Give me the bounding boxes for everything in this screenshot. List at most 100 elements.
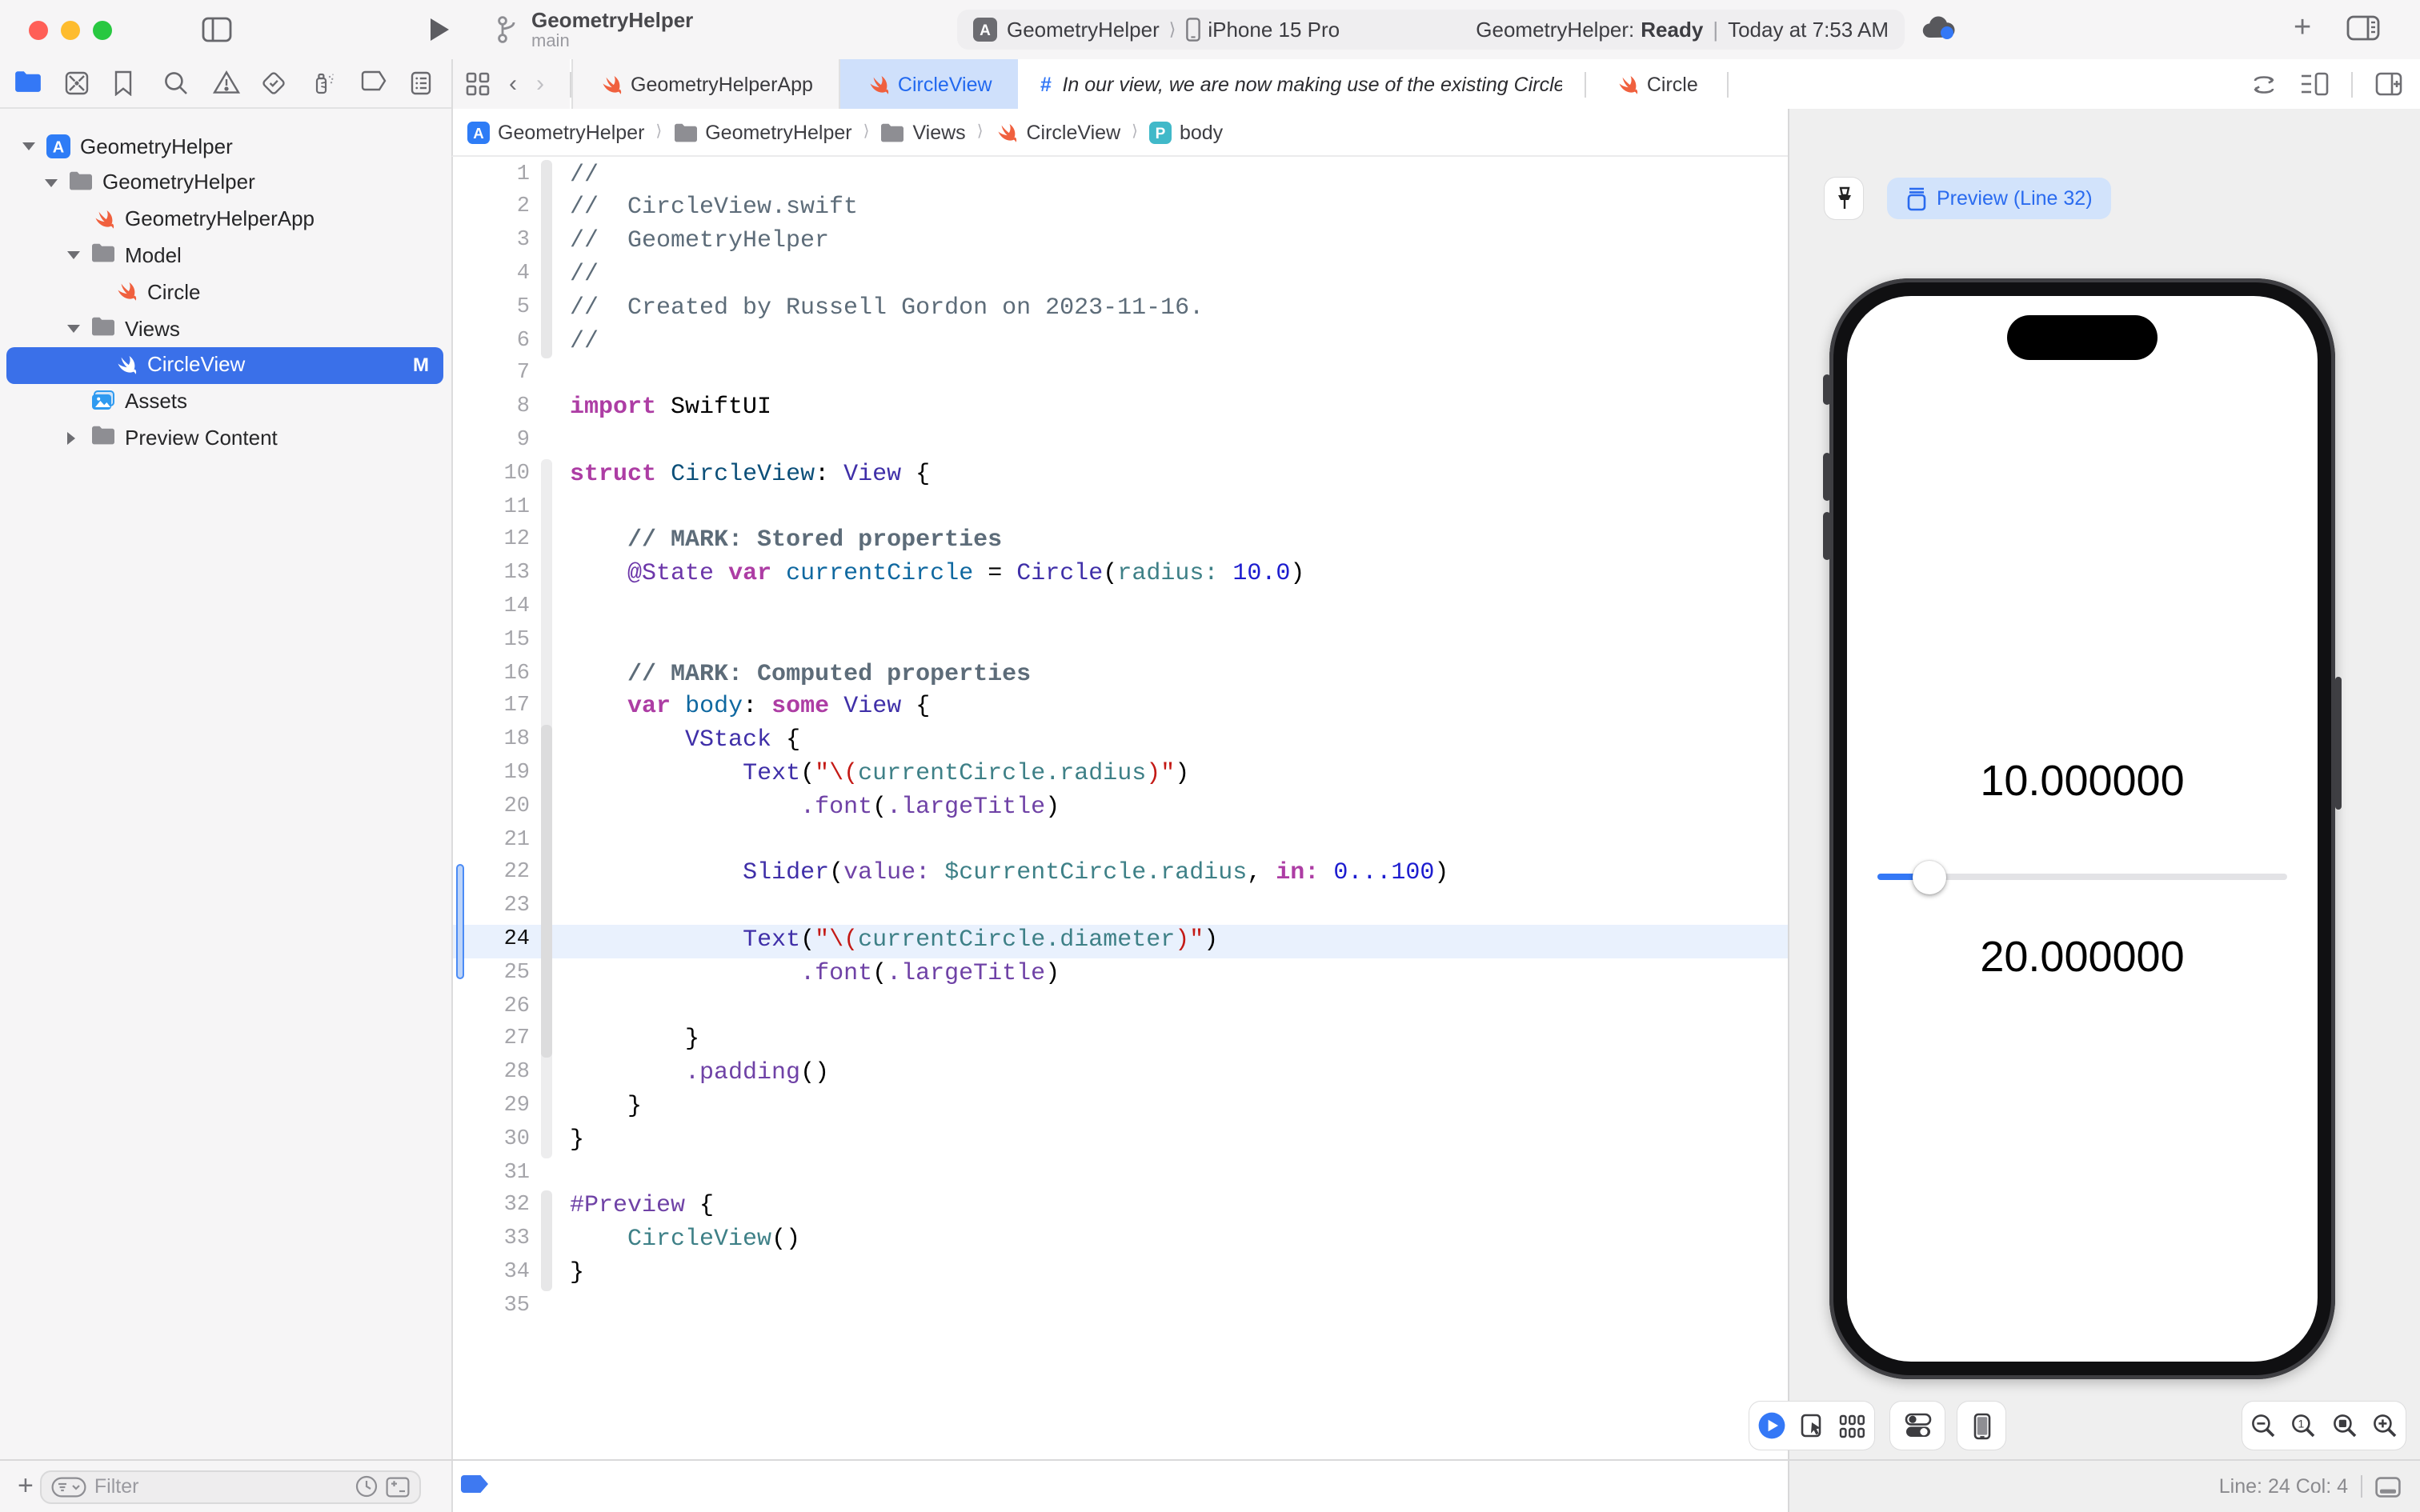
bookmark-icon[interactable] [114, 70, 141, 97]
sidebar-item-geometryhelper[interactable]: GeometryHelper [0, 165, 451, 202]
maximize-window-button[interactable] [93, 20, 112, 39]
commit-message: In our view, we are now making use of th… [1062, 73, 1562, 95]
zoom-fit-icon[interactable] [2332, 1413, 2358, 1438]
breadcrumb-item-geometryhelper[interactable]: A GeometryHelper [467, 121, 644, 143]
breadcrumb-item-circleview[interactable]: CircleView [995, 121, 1120, 143]
line-number: 16 [503, 662, 530, 686]
forward-chevron-icon[interactable]: › [536, 70, 544, 98]
zoom-100-icon[interactable]: 1 [2291, 1413, 2317, 1438]
sidebar-item-circle[interactable]: Circle [0, 274, 451, 310]
line-number: 1 [516, 162, 530, 187]
sidebar-item-geometryhelper[interactable]: A GeometryHelper [0, 128, 451, 165]
sidebar-item-assets[interactable]: Assets [0, 383, 451, 420]
sidebar-item-views[interactable]: Views [0, 310, 451, 347]
report-icon[interactable] [410, 70, 437, 97]
app-screen: 10.000000 20.000000 [1847, 296, 2318, 1362]
run-button[interactable] [427, 16, 451, 43]
related-items-grid-icon[interactable] [466, 72, 490, 96]
folder-icon [91, 244, 115, 263]
selectable-preview-icon[interactable] [1801, 1413, 1825, 1438]
pin-preview-button[interactable] [1825, 178, 1863, 219]
scheme-device[interactable]: iPhone 15 Pro [1208, 18, 1340, 42]
scheme-and-status-bar[interactable]: A GeometryHelper ⟩ iPhone 15 Pro Geometr… [957, 10, 1905, 50]
line-number: 33 [503, 1227, 530, 1252]
code-line-33: CircleView() [627, 1226, 801, 1254]
code-line-4: // [570, 261, 599, 288]
line-number: 21 [503, 828, 530, 853]
status-time: Today at 7:53 AM [1728, 18, 1889, 42]
add-editor-plus-button[interactable]: + [2294, 11, 2311, 46]
tab-geometryhelperapp[interactable]: GeometryHelperApp [571, 59, 840, 109]
disclosure-expanded-icon[interactable] [45, 178, 58, 187]
source-control-status-icon[interactable] [386, 1476, 410, 1497]
breadcrumb-item-geometryhelper[interactable]: GeometryHelper [673, 121, 852, 143]
sidebar-item-geometryhelperapp[interactable]: GeometryHelperApp [0, 201, 451, 238]
recent-files-clock-icon[interactable] [355, 1475, 378, 1498]
filter-input[interactable]: Filter [39, 1470, 421, 1503]
device-settings-button[interactable] [1890, 1402, 1945, 1450]
breakpoint-indicator[interactable] [461, 1475, 488, 1493]
item-label: CircleView [147, 352, 246, 377]
editor-only-layout-icon[interactable] [2375, 1476, 2401, 1497]
change-ribbon [541, 159, 551, 359]
line-number: 22 [503, 861, 530, 886]
test-icon[interactable] [262, 70, 289, 97]
variants-icon[interactable] [1840, 1414, 1867, 1438]
disclosure-expanded-icon[interactable] [67, 324, 80, 333]
sidebar-item-preview-content[interactable]: Preview Content [0, 420, 451, 457]
breakpoint-icon[interactable] [360, 70, 387, 97]
code-line-18: VStack { [685, 726, 801, 754]
disclosure-collapsed-icon[interactable] [67, 431, 75, 445]
device-settings-icon [1904, 1413, 1931, 1438]
xcode-window: GeometryHelper main A GeometryHelper ⟩ i… [0, 0, 2420, 1512]
sidebar-item-model[interactable]: Model [0, 238, 451, 274]
split-editor-icon[interactable] [2375, 72, 2402, 96]
zoom-out-icon[interactable] [2250, 1413, 2276, 1438]
line-number: 3 [516, 229, 530, 254]
source-control-icon[interactable] [64, 70, 91, 97]
debug-icon[interactable] [311, 70, 339, 97]
project-navigator-icon[interactable] [14, 70, 42, 97]
code-line-28: .padding() [685, 1059, 830, 1087]
modified-badge: M [413, 353, 429, 376]
find-icon[interactable] [162, 70, 190, 97]
photos-icon [91, 390, 115, 410]
toggle-navigator-icon[interactable] [202, 16, 232, 43]
line-number: 35 [503, 1294, 530, 1318]
device-bezels-button[interactable] [1957, 1402, 2005, 1450]
item-label: GeometryHelper [80, 134, 233, 158]
swap-editor-icon[interactable] [2250, 73, 2278, 95]
sidebar-item-circleview[interactable]: CircleView M [0, 346, 451, 384]
zoom-in-icon[interactable] [2373, 1413, 2398, 1438]
line-number: 26 [503, 994, 530, 1019]
preview-canvas: Preview (Line 32) 10.000000 20.000000 1 [1749, 109, 2420, 1459]
iphone-icon [1185, 18, 1200, 42]
editor-options-icon[interactable] [2300, 72, 2329, 96]
slider-thumb[interactable] [1912, 860, 1945, 894]
tab-circle[interactable]: Circle [1586, 59, 1727, 109]
disclosure-expanded-icon[interactable] [22, 142, 35, 150]
source-editor[interactable]: 1 // 2 // CircleView.swift 3 // GeometryHelpe… [451, 157, 1789, 1459]
commit-annotation: # In our view, we are now making use of … [1018, 59, 1585, 109]
back-chevron-icon[interactable]: ‹ [509, 70, 517, 98]
tab-circleview[interactable]: CircleView [839, 59, 1018, 109]
cursor-position: Line: 24 Col: 4 [2218, 1475, 2348, 1498]
code-line-6: // [570, 327, 599, 355]
preview-tab-button[interactable]: Preview (Line 32) [1887, 178, 2112, 219]
radius-slider[interactable] [1877, 860, 2287, 894]
issue-icon[interactable] [212, 70, 239, 97]
toggle-inspector-icon[interactable] [2346, 14, 2380, 42]
breadcrumb-item-views[interactable]: Views [880, 121, 966, 143]
live-preview-play-icon[interactable] [1757, 1411, 1785, 1440]
close-window-button[interactable] [29, 20, 48, 39]
code-line-27: } [570, 1026, 700, 1054]
minimize-window-button[interactable] [61, 20, 80, 39]
scheme-project[interactable]: GeometryHelper [1007, 18, 1160, 42]
disclosure-expanded-icon[interactable] [67, 251, 80, 260]
breadcrumb-item-body[interactable]: Pbody [1148, 121, 1223, 143]
svg-text:1: 1 [2298, 1417, 2305, 1430]
add-file-button[interactable]: + [18, 1470, 34, 1502]
device-icon [1973, 1412, 1990, 1439]
diameter-value-text: 20.000000 [1980, 933, 2185, 981]
swift-icon [114, 280, 138, 302]
